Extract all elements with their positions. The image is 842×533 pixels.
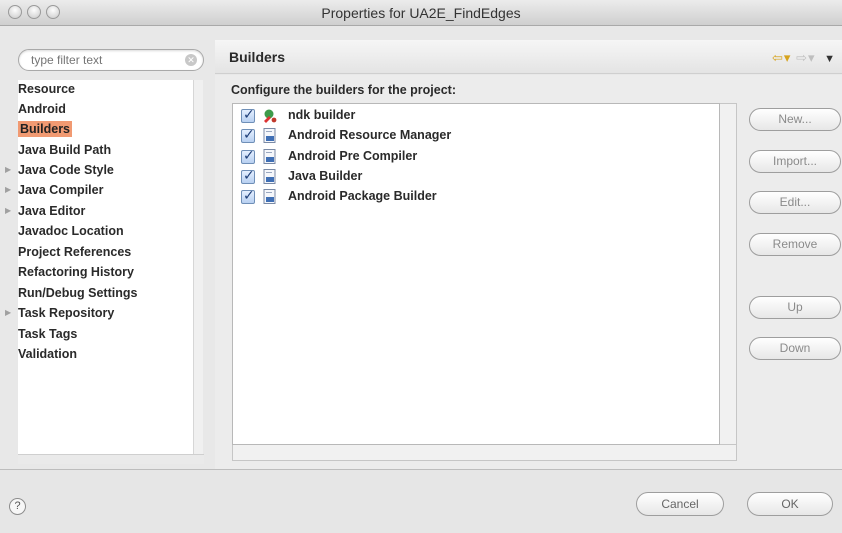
builder-checkbox[interactable] <box>241 127 255 143</box>
builder-label: Android Package Builder <box>288 189 437 203</box>
edit-button[interactable]: Edit... <box>749 191 841 214</box>
help-icon[interactable]: ? <box>9 498 26 515</box>
down-button[interactable]: Down <box>749 337 841 360</box>
expand-arrow-icon[interactable]: ▶ <box>5 160 13 180</box>
tree-item-builders[interactable]: Builders <box>18 119 73 139</box>
tree-item-task-repository[interactable]: Task Repository <box>18 303 114 323</box>
forward-arrow-icon[interactable]: ⇨▾ <box>796 50 815 65</box>
builder-label: Android Resource Manager <box>288 128 452 142</box>
tree-item-validation[interactable]: Validation <box>18 344 77 364</box>
view-menu-icon[interactable]: ▼ <box>824 53 836 65</box>
tree-item-java-build-path[interactable]: Java Build Path <box>18 140 111 160</box>
tree-item-refactoring-history[interactable]: Refactoring History <box>18 262 134 282</box>
tree-item-project-references[interactable]: Project References <box>18 242 131 262</box>
tree-item-android[interactable]: Android <box>18 99 66 119</box>
filter-input[interactable] <box>31 52 181 68</box>
tree-item-java-editor[interactable]: Java Editor <box>18 201 85 221</box>
builder-checkbox[interactable] <box>241 168 255 184</box>
filter-field[interactable]: ✕ <box>18 49 204 71</box>
builder-icon <box>263 169 276 184</box>
window-title: Properties for UA2E_FindEdges <box>321 5 521 21</box>
tree-horizontal-scrollbar[interactable] <box>18 454 204 464</box>
tree-scrollbar[interactable] <box>193 80 203 454</box>
external-tool-builder-icon <box>264 109 277 123</box>
builder-icon <box>263 149 276 164</box>
ok-button[interactable]: OK <box>747 492 833 516</box>
tree-item-run-debug-settings[interactable]: Run/Debug Settings <box>18 283 137 303</box>
title-bar[interactable]: Properties for UA2E_FindEdges <box>0 0 842 26</box>
builder-checkbox[interactable] <box>241 188 255 204</box>
expand-arrow-icon[interactable]: ▶ <box>5 201 13 221</box>
builder-icon <box>263 128 276 143</box>
builder-label: ndk builder <box>288 108 356 122</box>
tree-item-java-code-style[interactable]: Java Code Style <box>18 160 114 180</box>
builder-checkbox[interactable] <box>241 148 255 164</box>
tree-item-javadoc-location[interactable]: Javadoc Location <box>18 221 124 241</box>
builder-checkbox[interactable] <box>241 107 255 123</box>
builder-label: Java Builder <box>288 169 363 183</box>
navigation-arrows: ⇦▾ ⇨▾ ▼ <box>772 50 836 66</box>
clear-icon[interactable]: ✕ <box>185 54 197 66</box>
cancel-button[interactable]: Cancel <box>636 492 724 516</box>
builder-label: Android Pre Compiler <box>288 149 418 163</box>
up-button[interactable]: Up <box>749 296 841 319</box>
tree-item-task-tags[interactable]: Task Tags <box>18 324 77 344</box>
panel-header: Builders ⇦▾ ⇨▾ ▼ <box>215 40 842 74</box>
tree-item-java-compiler[interactable]: Java Compiler <box>18 180 103 200</box>
builders-list-vertical-scrollbar[interactable] <box>720 103 737 445</box>
new-button[interactable]: New... <box>749 108 841 131</box>
back-arrow-icon[interactable]: ⇦▾ <box>772 50 791 65</box>
expand-arrow-icon[interactable]: ▶ <box>5 180 13 200</box>
remove-button[interactable]: Remove <box>749 233 841 256</box>
builders-description: Configure the builders for the project: <box>231 83 457 97</box>
expand-arrow-icon[interactable]: ▶ <box>5 303 13 323</box>
tree-item-resource[interactable]: Resource <box>18 79 75 99</box>
properties-window: Properties for UA2E_FindEdges ✕ Resource… <box>0 0 842 533</box>
import-button[interactable]: Import... <box>749 150 841 173</box>
builders-list-horizontal-scrollbar[interactable] <box>232 445 737 461</box>
builder-icon <box>263 189 276 204</box>
panel-title: Builders <box>229 49 286 65</box>
